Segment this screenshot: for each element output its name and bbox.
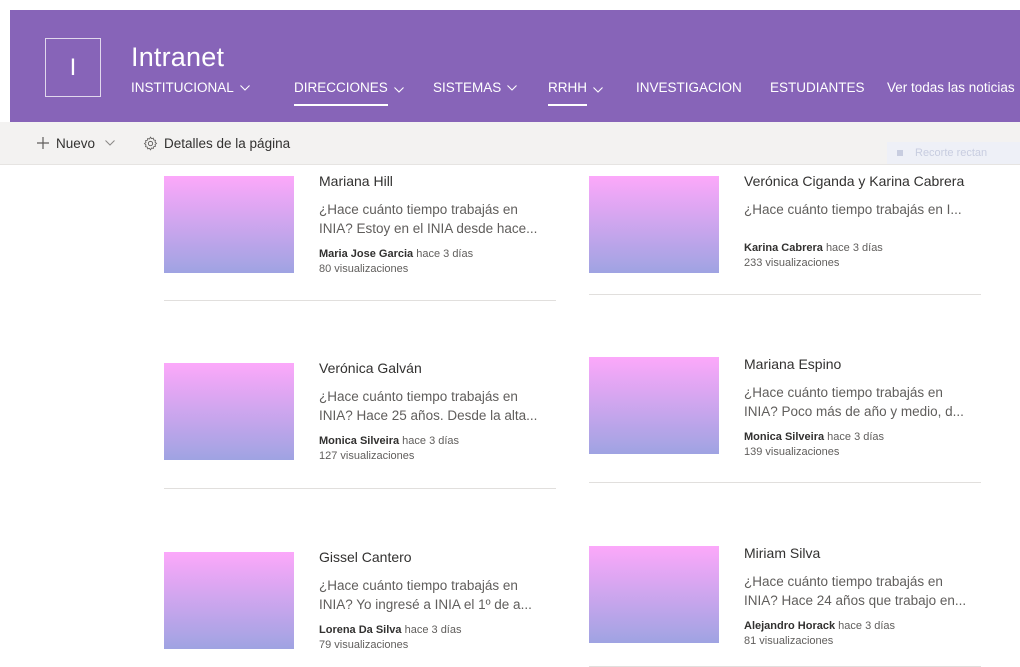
nav-item-sistemas[interactable]: SISTEMAS	[433, 74, 518, 102]
news-views: 80 visualizaciones	[319, 263, 409, 275]
chevron-down-icon	[593, 87, 603, 93]
news-card[interactable]: Gissel Cantero ¿Hace cuánto tiempo traba…	[164, 542, 556, 666]
news-thumbnail[interactable]	[589, 357, 719, 454]
news-views: 127 visualizaciones	[319, 450, 415, 459]
news-views: 233 visualizaciones	[744, 257, 840, 266]
chevron-down-icon	[239, 85, 250, 91]
chevron-down-icon	[393, 87, 404, 93]
snip-overlay-label: Recorte rectan	[887, 142, 1020, 164]
news-meta: Monica Silveira hace 3 días	[744, 430, 981, 445]
news-description: ¿Hace cuánto tiempo trabajás en INIA? Po…	[744, 385, 964, 419]
news-title[interactable]: Mariana Espino	[744, 355, 981, 373]
news-card[interactable]: Miriam Silva ¿Hace cuánto tiempo trabajá…	[589, 538, 981, 667]
news-card[interactable]: Mariana Hill ¿Hace cuánto tiempo trabajá…	[164, 164, 556, 301]
news-views: 81 visualizaciones	[744, 635, 834, 647]
nav-item-institucional[interactable]: INSTITUCIONAL	[131, 74, 250, 102]
news-thumbnail[interactable]	[589, 546, 719, 643]
news-author[interactable]: Karina Cabrera	[744, 242, 823, 254]
news-author[interactable]: Maria Jose Garcia	[319, 248, 413, 260]
news-author[interactable]: Lorena Da Silva	[319, 624, 402, 636]
news-views: 139 visualizaciones	[744, 446, 840, 455]
plus-icon	[37, 137, 49, 149]
news-thumbnail[interactable]	[164, 363, 294, 460]
news-thumbnail[interactable]	[164, 176, 294, 273]
news-meta: Lorena Da Silva hace 3 días	[319, 623, 556, 638]
chevron-down-icon	[105, 140, 115, 146]
news-meta: Karina Cabrera hace 3 días	[744, 241, 981, 256]
nav-item-direcciones[interactable]: DIRECCIONES	[294, 74, 404, 106]
nav-item-estudiantes[interactable]: ESTUDIANTES	[770, 74, 865, 102]
news-time: hace 3 días	[838, 620, 896, 632]
news-thumbnail[interactable]	[589, 176, 719, 273]
nav-item-ver-todas-las-noticias[interactable]: Ver todas las noticias	[887, 74, 1015, 102]
news-card[interactable]: Mariana Espino ¿Hace cuánto tiempo traba…	[589, 349, 981, 483]
news-time: hace 3 días	[402, 435, 460, 447]
chevron-down-icon	[507, 85, 518, 91]
news-author[interactable]: Monica Silveira	[744, 431, 824, 443]
site-logo[interactable]: I	[45, 38, 101, 97]
news-title[interactable]: Miriam Silva	[744, 544, 981, 562]
news-time: hace 3 días	[404, 624, 462, 636]
news-description: ¿Hace cuánto tiempo trabajás en INIA? Ha…	[744, 574, 967, 608]
news-title[interactable]: Verónica Ciganda y Karina Cabrera	[744, 172, 981, 190]
news-title[interactable]: Verónica Galván	[319, 359, 556, 377]
snip-square-icon	[897, 150, 903, 156]
news-card[interactable]: Verónica Galván ¿Hace cuánto tiempo trab…	[164, 353, 556, 489]
news-description: ¿Hace cuánto tiempo trabajás en INIA? Ha…	[319, 389, 538, 423]
news-description: ¿Hace cuánto tiempo trabajás en I...	[744, 202, 962, 217]
news-views: 79 visualizaciones	[319, 639, 409, 648]
news-description: ¿Hace cuánto tiempo trabajás en INIA? Yo…	[319, 578, 532, 612]
news-thumbnail[interactable]	[164, 552, 294, 649]
news-description: ¿Hace cuánto tiempo trabajás en INIA? Es…	[319, 202, 538, 236]
news-meta: Maria Jose Garcia hace 3 días	[319, 247, 556, 262]
news-author[interactable]: Alejandro Horack	[744, 620, 835, 632]
news-time: hace 3 días	[827, 431, 885, 443]
page-details-button[interactable]: Detalles de la página	[143, 122, 290, 164]
gear-icon	[143, 135, 158, 151]
new-button[interactable]: Nuevo	[36, 122, 115, 164]
nav-item-investigacion[interactable]: INVESTIGACION	[636, 74, 742, 102]
nav-item-rrhh[interactable]: RRHH	[548, 74, 603, 106]
news-title[interactable]: Mariana Hill	[319, 172, 556, 190]
news-meta: Monica Silveira hace 3 días	[319, 434, 556, 449]
site-title[interactable]: Intranet	[131, 40, 224, 74]
news-author[interactable]: Monica Silveira	[319, 435, 399, 447]
site-header: I Intranet INSTITUCIONAL DIRECCIONES SIS…	[10, 10, 1020, 122]
news-time: hace 3 días	[825, 242, 883, 254]
command-bar: Nuevo Detalles de la página	[0, 122, 1020, 165]
news-time: hace 3 días	[416, 248, 474, 260]
news-title[interactable]: Gissel Cantero	[319, 548, 556, 566]
news-card[interactable]: Verónica Ciganda y Karina Cabrera ¿Hace …	[589, 164, 981, 295]
news-meta: Alejandro Horack hace 3 días	[744, 619, 981, 634]
